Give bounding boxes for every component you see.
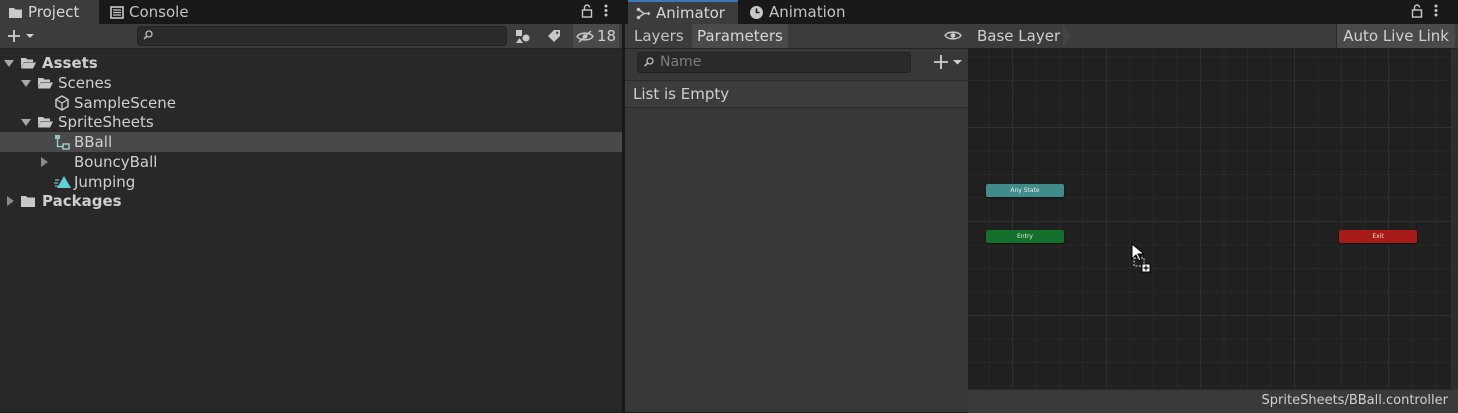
entry-state-node[interactable]: Entry — [986, 230, 1064, 243]
tree-item-assets[interactable]: Assets — [0, 53, 622, 73]
state-label: Exit — [1372, 233, 1384, 240]
search-placeholder: Name — [660, 54, 702, 70]
tree-item-scenes[interactable]: Scenes — [0, 73, 622, 93]
search-by-type-button[interactable] — [512, 24, 534, 48]
foldout-expanded-icon[interactable] — [21, 78, 31, 88]
search-icon — [643, 57, 655, 67]
foldout-expanded-icon[interactable] — [4, 58, 14, 68]
unity-scene-icon — [54, 95, 70, 111]
graph-toolbar: Base Layer Auto Live Link — [968, 24, 1458, 49]
tree-item-label: BBall — [74, 133, 113, 151]
create-dropdown-button[interactable] — [6, 24, 38, 48]
project-tab-bar: Project Console — [0, 0, 622, 24]
hidden-count: 18 — [596, 27, 617, 45]
animator-controller-icon — [54, 134, 70, 150]
eye-icon[interactable] — [944, 29, 962, 42]
lock-icon[interactable] — [1411, 3, 1423, 18]
search-by-label-button[interactable] — [543, 24, 565, 48]
any-state-node[interactable]: Any State — [986, 184, 1064, 197]
state-machine-graph[interactable]: Any State Entry Exit — [968, 24, 1451, 389]
search-icon — [143, 30, 153, 40]
foldout-collapsed-icon[interactable] — [39, 157, 49, 167]
list-empty-text: List is Empty — [633, 85, 730, 103]
animator-tab-bar: Animator Animation — [625, 0, 1458, 24]
animation-clock-icon — [749, 5, 764, 20]
folder-open-icon — [20, 55, 36, 71]
foldout-expanded-icon[interactable] — [21, 117, 31, 127]
tab-parameters[interactable]: Parameters — [692, 24, 788, 48]
breadcrumb-base-layer[interactable]: Base Layer — [968, 24, 1071, 48]
graph-vertical-scrollbar[interactable] — [1451, 48, 1458, 389]
parameters-panel: Layers Parameters Name List is Empty — [625, 24, 968, 412]
tab-console[interactable]: Console — [102, 0, 197, 24]
drag-copy-cursor-icon — [1131, 243, 1153, 273]
lock-icon[interactable] — [581, 3, 593, 18]
console-icon — [110, 5, 124, 19]
tree-item-jumping[interactable]: Jumping — [0, 172, 622, 192]
kebab-menu-icon[interactable] — [604, 3, 608, 18]
parameter-search-input[interactable]: Name — [637, 52, 911, 73]
parameters-list: List is Empty — [625, 80, 968, 108]
eye-slash-icon — [576, 29, 594, 43]
tab-project[interactable]: Project — [0, 0, 99, 24]
tree-item-label: Packages — [42, 192, 122, 210]
exit-state-node[interactable]: Exit — [1339, 230, 1417, 243]
tag-icon — [547, 29, 561, 43]
tree-item-label: SpriteSheets — [58, 113, 154, 131]
controller-path: SpriteSheets/BBall.controller — [1261, 393, 1448, 408]
animator-icon — [636, 7, 651, 20]
tree-item-label: Assets — [42, 54, 98, 72]
layers-parameters-tabs: Layers Parameters — [625, 24, 968, 49]
folder-open-icon — [37, 114, 53, 130]
tree-item-label: Scenes — [58, 74, 112, 92]
tree-item-bouncyball[interactable]: BouncyBall — [0, 152, 622, 172]
tab-animation[interactable]: Animation — [741, 0, 853, 24]
folder-open-icon — [37, 75, 53, 91]
auto-live-link-button[interactable]: Auto Live Link — [1336, 24, 1455, 48]
breadcrumb-arrow — [1063, 24, 1071, 48]
tree-item-label: Jumping — [74, 173, 136, 191]
hidden-packages-toggle[interactable]: 18 — [573, 24, 619, 48]
add-parameter-button[interactable] — [931, 52, 965, 72]
tab-layers[interactable]: Layers — [629, 24, 689, 48]
tab-console-label: Console — [129, 3, 189, 21]
project-search-input[interactable] — [137, 26, 507, 46]
folder-icon — [20, 193, 36, 209]
tab-animation-label: Animation — [769, 3, 846, 21]
tab-animator-label: Animator — [656, 4, 725, 22]
tab-project-label: Project — [28, 3, 80, 21]
kebab-menu-icon[interactable] — [1434, 3, 1438, 18]
tree-item-label: SampleScene — [74, 94, 176, 112]
graph-status-bar: SpriteSheets/BBall.controller — [968, 389, 1458, 413]
tree-item-label: BouncyBall — [74, 153, 158, 171]
state-label: Any State — [1010, 187, 1040, 194]
animator-window: Animator Animation Layers Parameters Nam… — [625, 0, 1458, 413]
project-toolbar: 18 — [0, 24, 622, 49]
foldout-collapsed-icon[interactable] — [5, 196, 15, 206]
project-window: Project Console 18 Assets Scenes SampleS… — [0, 0, 622, 412]
tree-item-spritesheets[interactable]: SpriteSheets — [0, 112, 622, 132]
animation-clip-icon — [54, 174, 71, 190]
tree-item-samplescene[interactable]: SampleScene — [0, 93, 622, 113]
folder-icon — [8, 6, 23, 19]
tree-item-packages[interactable]: Packages — [0, 191, 622, 211]
tab-animator[interactable]: Animator — [628, 0, 738, 24]
state-label: Entry — [1017, 233, 1033, 240]
tree-item-bball[interactable]: BBall — [0, 132, 622, 152]
shapes-filter-icon — [515, 29, 531, 44]
